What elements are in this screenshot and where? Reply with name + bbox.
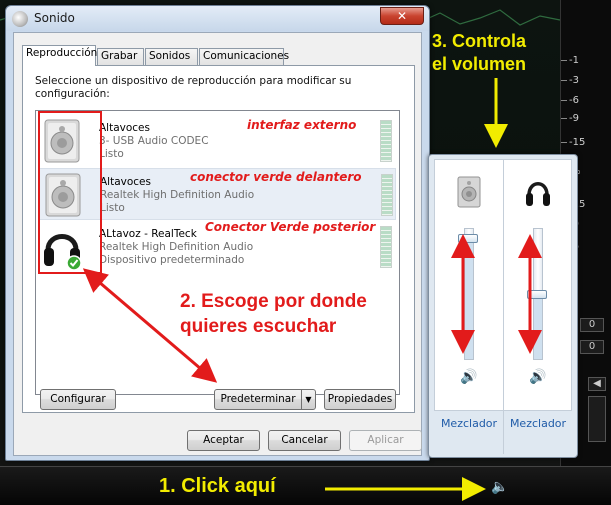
mixer-channels: 🔊 🔊 <box>434 159 572 454</box>
step1-label: 1. Click aquí <box>159 475 276 497</box>
ruler-label: -15 <box>569 137 586 148</box>
chevron-down-icon[interactable]: ▼ <box>301 390 315 409</box>
level-meter <box>381 174 393 216</box>
ruler-label: -3 <box>569 75 579 86</box>
annotation-front-green-jack: conector verde delantero <box>190 170 362 184</box>
mute-speaker-icon[interactable]: 🔊 <box>460 368 478 386</box>
properties-button[interactable]: Propiedades <box>324 389 396 410</box>
cancel-button[interactable]: Cancelar <box>268 430 341 451</box>
taskbar <box>0 466 611 505</box>
accept-button[interactable]: Aceptar <box>187 430 260 451</box>
sound-app-icon <box>12 11 28 27</box>
playback-panel: Seleccione un dispositivo de reproducció… <box>22 65 415 413</box>
background-field[interactable]: 0 <box>580 318 604 332</box>
level-meter <box>380 120 392 162</box>
tab-comunicaciones[interactable]: Comunicaciones <box>199 48 289 65</box>
step3-label-line1: 3. Controla <box>432 31 527 51</box>
dialog-client: Reproducción Grabar Sonidos Comunicacion… <box>13 32 422 456</box>
device-list: Altavoces 3- USB Audio CODEC Listo inter… <box>35 110 400 395</box>
tab-sonidos[interactable]: Sonidos <box>145 48 198 65</box>
mixer-link[interactable]: Mezclador <box>434 417 504 430</box>
mixer-channel-headphones: 🔊 <box>504 160 572 410</box>
close-button[interactable]: ✕ <box>380 7 424 25</box>
headphones-icon <box>526 182 550 206</box>
ruler-label: -9 <box>569 113 579 124</box>
volume-slider-thumb[interactable] <box>527 290 547 299</box>
device-status: Dispositivo predeterminado <box>99 254 245 266</box>
tab-reproduccion[interactable]: Reproducción <box>22 45 97 66</box>
device-status: Listo <box>99 148 124 160</box>
background-button[interactable]: ◀ <box>588 377 606 391</box>
ruler-label: -6 <box>569 95 579 106</box>
background-field[interactable]: 0 <box>580 340 604 354</box>
annotation-external-interface: interfaz externo <box>247 118 357 132</box>
set-default-label: Predeterminar <box>220 393 296 405</box>
volume-level-fill <box>534 294 542 359</box>
annotation-rear-green-jack: Conector Verde posterior <box>205 220 376 234</box>
speaker-icon <box>457 176 481 208</box>
instruction-text: Seleccione un dispositivo de reproducció… <box>35 75 352 100</box>
configure-button[interactable]: Configurar <box>40 389 116 410</box>
level-meter <box>380 226 392 268</box>
volume-slider-track[interactable] <box>464 228 474 360</box>
tab-grabar[interactable]: Grabar <box>97 48 144 65</box>
volume-slider-thumb[interactable] <box>458 234 478 243</box>
step3-label-line2: el volumen <box>432 54 527 74</box>
mixer-channel-speakers: 🔊 <box>435 160 503 410</box>
icon-highlight-box <box>38 111 102 274</box>
set-default-button[interactable]: Predeterminar ▼ <box>214 389 316 410</box>
mixer-link[interactable]: Mezclador <box>503 417 573 430</box>
device-description: Realtek High Definition Audio <box>100 189 255 201</box>
device-status: Listo <box>100 202 125 214</box>
device-description: Realtek High Definition Audio <box>99 241 254 253</box>
device-name: Altavoces <box>100 176 151 188</box>
tray-speaker-icon[interactable]: 🔈 <box>490 478 510 496</box>
ruler-label: -1 <box>569 55 579 66</box>
volume-level-fill <box>465 235 473 359</box>
sound-dialog: Sonido ✕ Reproducción Grabar Sonidos Com… <box>5 5 430 461</box>
background-panel <box>588 396 606 442</box>
apply-button[interactable]: Aplicar <box>349 430 422 451</box>
device-name: Altavoces <box>99 122 150 134</box>
title-bar: Sonido ✕ <box>6 6 429 31</box>
volume-mixer: 🔊 🔊 Mezclador Mezclador <box>428 154 578 458</box>
dialog-title: Sonido <box>34 11 75 25</box>
mute-speaker-icon[interactable]: 🔊 <box>529 368 547 386</box>
device-description: 3- USB Audio CODEC <box>99 135 209 147</box>
step2-label-line1: 2. Escoge por donde <box>180 291 367 312</box>
device-name: ALtavoz - RealTeck <box>99 228 197 240</box>
step2-label-line2: quieres escuchar <box>180 316 337 337</box>
